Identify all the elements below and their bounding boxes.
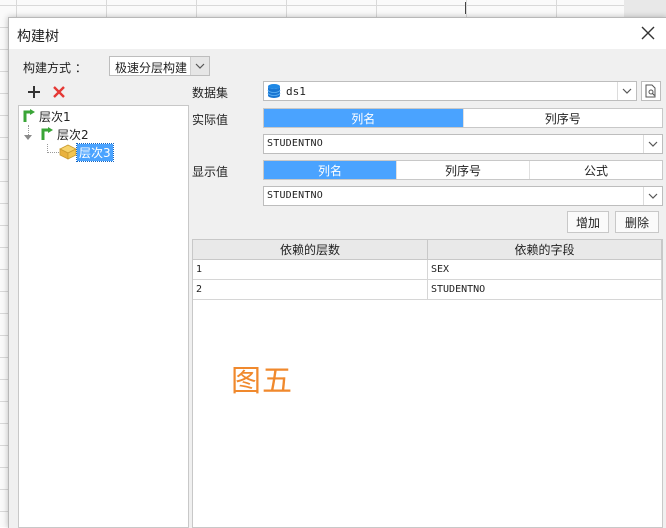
dataset-value: ds1 bbox=[286, 85, 306, 98]
actual-value-field-select[interactable]: STUDENTNO bbox=[263, 134, 663, 154]
add-node-button[interactable] bbox=[25, 83, 43, 101]
dialog-title: 构建树 bbox=[17, 29, 59, 45]
actual-value-option-column-name[interactable]: 列名 bbox=[264, 109, 463, 127]
actual-value-option-column-index[interactable]: 列序号 bbox=[462, 109, 663, 127]
plus-icon bbox=[28, 86, 40, 98]
display-value-mode-toggle: 列名 列序号 公式 bbox=[263, 160, 663, 180]
background-strip bbox=[624, 0, 666, 18]
build-tree-dialog: 构建树 构建方式 ： 极速分层构建 层次1 层次2 层次3 数据集 ds1 实际… bbox=[8, 17, 666, 528]
actual-value-mode-toggle: 列名 列序号 bbox=[263, 108, 663, 128]
add-button[interactable]: 增加 bbox=[567, 211, 609, 233]
table-cell[interactable]: 2 bbox=[193, 280, 428, 300]
tree-node-label: 层次1 bbox=[39, 109, 71, 124]
actual-value-field: STUDENTNO bbox=[267, 138, 323, 149]
chevron-down-icon[interactable] bbox=[190, 57, 209, 75]
close-button[interactable] bbox=[637, 22, 659, 44]
yellow-box-icon bbox=[59, 144, 77, 160]
database-icon bbox=[267, 84, 281, 98]
tree-node-level3[interactable]: 层次3 bbox=[59, 142, 114, 162]
column-header-dependent-level[interactable]: 依赖的层数 bbox=[193, 240, 428, 260]
tree-node-label-selected: 层次3 bbox=[76, 142, 114, 162]
red-x-icon bbox=[53, 86, 65, 98]
green-arrow-icon bbox=[23, 109, 35, 122]
table-cell[interactable]: 1 bbox=[193, 260, 428, 280]
display-value-field: STUDENTNO bbox=[267, 190, 323, 201]
dataset-select[interactable]: ds1 bbox=[263, 81, 637, 101]
build-mode-label: 构建方式 ： bbox=[23, 61, 87, 75]
tree-panel: 层次1 层次2 层次3 bbox=[18, 105, 189, 528]
build-mode-select[interactable]: 极速分层构建 bbox=[109, 56, 210, 76]
delete-node-button[interactable] bbox=[50, 83, 68, 101]
tree-node-level1[interactable]: 层次1 bbox=[21, 107, 73, 125]
display-value-option-column-index[interactable]: 列序号 bbox=[396, 161, 529, 179]
build-mode-value: 极速分层构建 bbox=[115, 61, 188, 75]
display-value-option-formula[interactable]: 公式 bbox=[529, 161, 662, 179]
tree-connector bbox=[47, 152, 59, 153]
delete-button[interactable]: 删除 bbox=[615, 211, 659, 233]
preview-dataset-button[interactable] bbox=[641, 81, 661, 101]
chevron-down-icon[interactable] bbox=[643, 187, 662, 205]
display-value-label: 显示值 bbox=[192, 165, 229, 179]
expand-triangle-icon[interactable] bbox=[24, 130, 32, 140]
chevron-down-icon[interactable] bbox=[617, 82, 636, 100]
document-search-icon bbox=[645, 84, 656, 98]
column-header-dependent-field[interactable]: 依赖的字段 bbox=[428, 240, 662, 260]
tree-node-label: 层次2 bbox=[57, 127, 89, 142]
display-value-option-column-name[interactable]: 列名 bbox=[264, 161, 396, 179]
table-cell[interactable]: SEX bbox=[428, 260, 662, 280]
close-icon bbox=[641, 26, 655, 40]
figure-caption: 图五 bbox=[231, 364, 293, 399]
actual-value-label: 实际值 bbox=[192, 113, 229, 127]
title-bar: 构建树 bbox=[9, 18, 666, 49]
text-cursor bbox=[465, 2, 466, 14]
display-value-field-select[interactable]: STUDENTNO bbox=[263, 186, 663, 206]
chevron-down-icon[interactable] bbox=[643, 135, 662, 153]
table-cell[interactable]: STUDENTNO bbox=[428, 280, 662, 300]
tree-node-level2[interactable]: 层次2 bbox=[39, 125, 91, 143]
green-arrow-icon bbox=[41, 127, 53, 140]
dataset-label: 数据集 bbox=[192, 86, 229, 100]
